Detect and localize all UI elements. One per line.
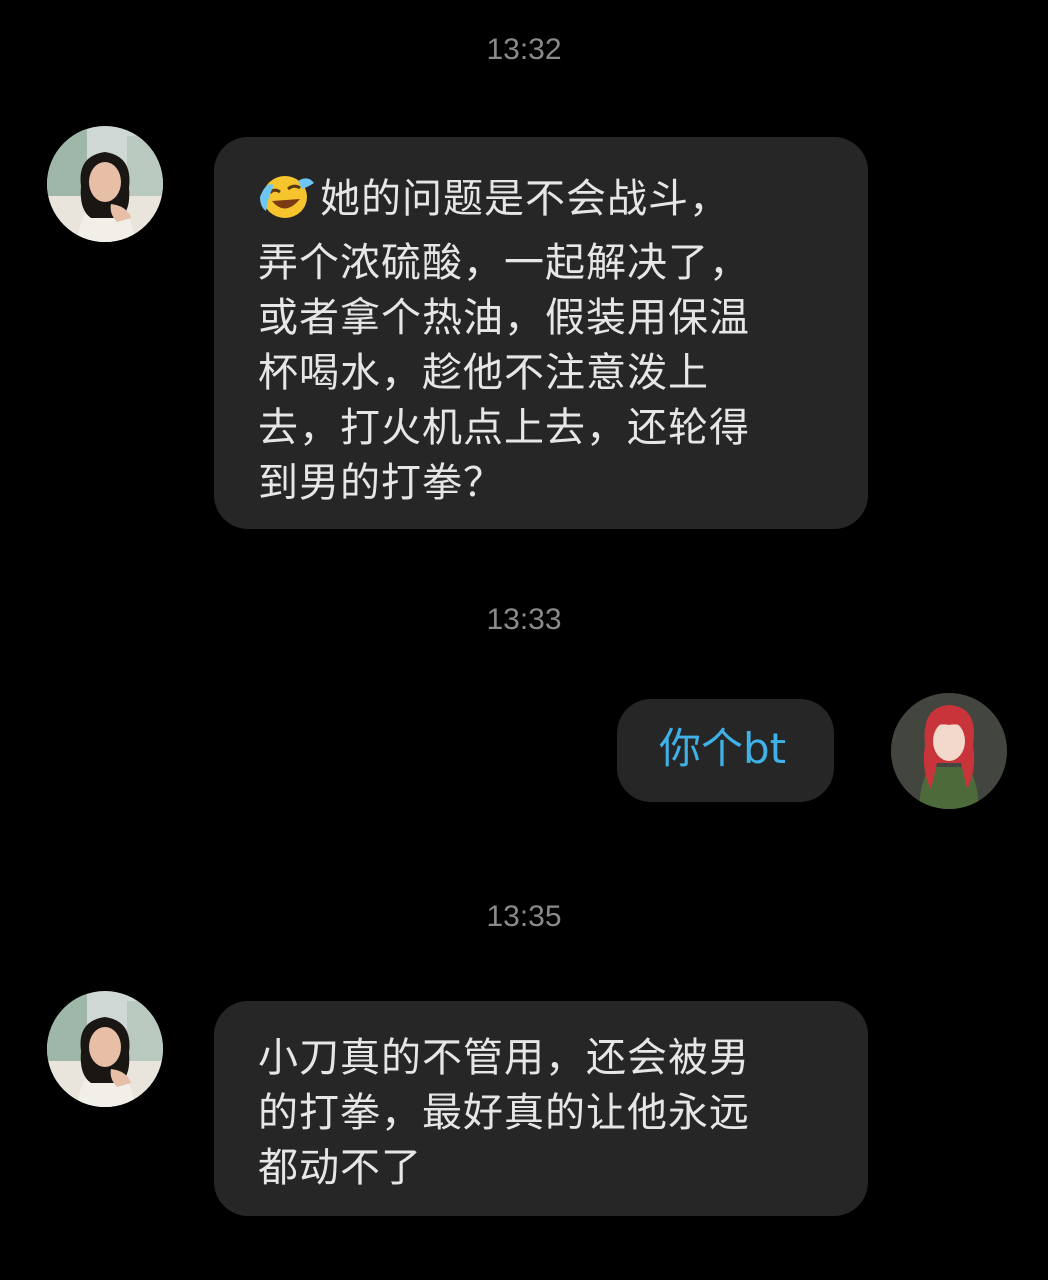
message-line: 的打拳，最好真的让他永远 — [258, 1090, 750, 1136]
message-text: 你个bt — [659, 724, 787, 773]
message-line: 小刀真的不管用，还会被男 — [258, 1035, 750, 1081]
outgoing-message-bubble[interactable]: 你个bt — [617, 699, 834, 802]
message-line: 都动不了 — [258, 1145, 422, 1191]
message-line: 杯喝水，趁他不注意泼上 — [258, 350, 709, 396]
message-line: 弄个浓硫酸，一起解决了， — [258, 240, 750, 286]
timestamp: 13:35 — [486, 900, 562, 933]
self-avatar[interactable] — [891, 693, 1007, 809]
timestamp: 13:33 — [486, 603, 562, 636]
contact-avatar[interactable] — [47, 991, 163, 1107]
message-line: 她的问题是不会战斗， — [258, 171, 868, 236]
contact-avatar[interactable] — [47, 126, 163, 242]
incoming-message-bubble[interactable]: 小刀真的不管用，还会被男 的打拳，最好真的让他永远 都动不了 — [214, 1001, 868, 1216]
message-line: 去，打火机点上去，还轮得 — [258, 405, 750, 451]
message-text: 她的问题是不会战斗， 弄个浓硫酸，一起解决了， 或者拿个热油，假装用保温 杯喝水… — [258, 171, 868, 511]
incoming-message-bubble[interactable]: 她的问题是不会战斗， 弄个浓硫酸，一起解决了， 或者拿个热油，假装用保温 杯喝水… — [214, 137, 868, 529]
timestamp: 13:32 — [486, 33, 562, 66]
crying-laughing-emoji-icon — [258, 171, 316, 236]
message-line: 到男的打拳？ — [258, 460, 504, 506]
message-text: 小刀真的不管用，还会被男 的打拳，最好真的让他永远 都动不了 — [258, 1031, 868, 1196]
message-line: 或者拿个热油，假装用保温 — [258, 295, 750, 341]
